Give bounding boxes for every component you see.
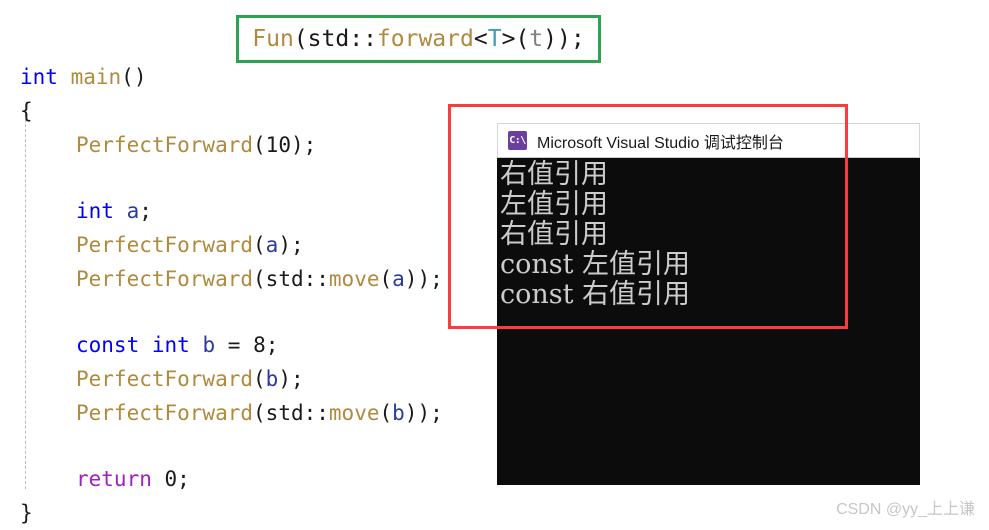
- console-app-icon: C:\: [508, 131, 527, 150]
- code-token: ;: [265, 333, 279, 357]
- code-line: PerfectForward(b);: [0, 362, 304, 396]
- code-token: >: [501, 25, 516, 52]
- code-token: move: [328, 267, 380, 291]
- code-line: }: [0, 496, 33, 530]
- console-output-line: 左值引用: [500, 189, 608, 220]
- code-token: ::: [303, 267, 329, 291]
- csdn-watermark: CSDN @yy_上上谦: [836, 501, 975, 518]
- console-output-line: 右值引用: [500, 159, 608, 190]
- code-token: (: [293, 25, 308, 52]
- code-token: (: [253, 133, 266, 157]
- code-line: return 0;: [0, 462, 190, 496]
- code-token: (: [379, 267, 393, 291]
- code-line: PerfectForward(a);: [0, 228, 304, 262]
- code-token: (: [253, 267, 266, 291]
- code-token: ));: [404, 267, 443, 291]
- code-token: 8: [253, 333, 266, 357]
- code-token: 0: [164, 467, 178, 491]
- code-token: std: [307, 25, 350, 52]
- code-token: PerfectForward: [76, 233, 254, 257]
- code-token: main: [70, 65, 122, 89]
- code-token: PerfectForward: [76, 133, 254, 157]
- code-token: std: [265, 401, 304, 425]
- code-token: {: [20, 99, 33, 123]
- code-token: PerfectForward: [76, 367, 254, 391]
- highlighted-code-snippet-box: Fun(std::forward<T>(t));: [236, 15, 601, 63]
- code-token: ;: [570, 25, 585, 52]
- snippet-code-text: Fun(std::forward<T>(t));: [252, 25, 585, 52]
- code-token: ): [543, 25, 558, 52]
- code-token: forward: [376, 25, 474, 52]
- code-token: <: [473, 25, 488, 52]
- code-token: ::: [303, 401, 329, 425]
- console-titlebar[interactable]: C:\ Microsoft Visual Studio 调试控制台: [497, 123, 920, 158]
- code-token: return: [76, 467, 152, 491]
- error-squiggle-icon: [345, 418, 471, 425]
- code-token: (: [253, 401, 266, 425]
- code-line: const int b = 8;: [0, 328, 278, 362]
- code-token: ;: [177, 467, 190, 491]
- console-icon-glyph: C:\: [509, 134, 526, 146]
- code-line: PerfectForward(10);: [0, 128, 316, 162]
- code-token: }: [20, 501, 33, 525]
- code-token: );: [290, 133, 317, 157]
- console-output-area[interactable]: 右值引用 左值引用 右值引用 const 左值引用 const 右值引用: [497, 158, 920, 485]
- console-output-line: const 右值引用: [500, 279, 691, 310]
- code-line: int main(): [0, 60, 146, 94]
- code-token: const: [76, 333, 140, 357]
- code-line: int a;: [0, 194, 152, 228]
- code-token: ::: [349, 25, 377, 52]
- code-token: Fun: [252, 25, 294, 52]
- code-token: PerfectForward: [76, 267, 254, 291]
- code-token: int: [151, 333, 190, 357]
- code-token: 10: [265, 133, 291, 157]
- code-token: ): [557, 25, 571, 52]
- code-token: =: [215, 333, 254, 357]
- code-editor[interactable]: int main(){PerfectForward(10); int a; Perf…: [0, 0, 560, 528]
- code-token: (): [121, 65, 147, 89]
- code-token: int: [20, 65, 58, 89]
- code-token: std: [265, 267, 304, 291]
- console-title-label: Microsoft Visual Studio 调试控制台: [537, 134, 784, 152]
- code-token: b: [202, 333, 216, 357]
- code-token: );: [278, 367, 304, 391]
- code-token: T: [487, 25, 502, 52]
- code-token: (: [253, 233, 266, 257]
- code-token: ;: [139, 199, 152, 223]
- code-token: t: [529, 25, 544, 52]
- debug-console-window[interactable]: C:\ Microsoft Visual Studio 调试控制台 右值引用 左值…: [497, 123, 920, 485]
- code-line: {: [0, 94, 33, 128]
- code-token: b: [265, 367, 279, 391]
- code-token: a: [126, 199, 140, 223]
- code-token: );: [278, 233, 304, 257]
- code-token: a: [392, 267, 405, 291]
- console-output-line: 右值引用: [500, 219, 608, 250]
- console-output-lines: 右值引用 左值引用 右值引用 const 左值引用 const 右值引用: [497, 158, 920, 310]
- code-token: PerfectForward: [76, 401, 254, 425]
- code-token: a: [265, 233, 279, 257]
- code-token: (: [515, 25, 530, 52]
- code-token: int: [76, 199, 114, 223]
- code-token: (: [253, 367, 266, 391]
- console-output-line: const 左值引用: [500, 249, 691, 280]
- screenshot-root: int main(){PerfectForward(10); int a; Perf…: [0, 0, 989, 528]
- code-line: PerfectForward(std::move(a));: [0, 262, 443, 296]
